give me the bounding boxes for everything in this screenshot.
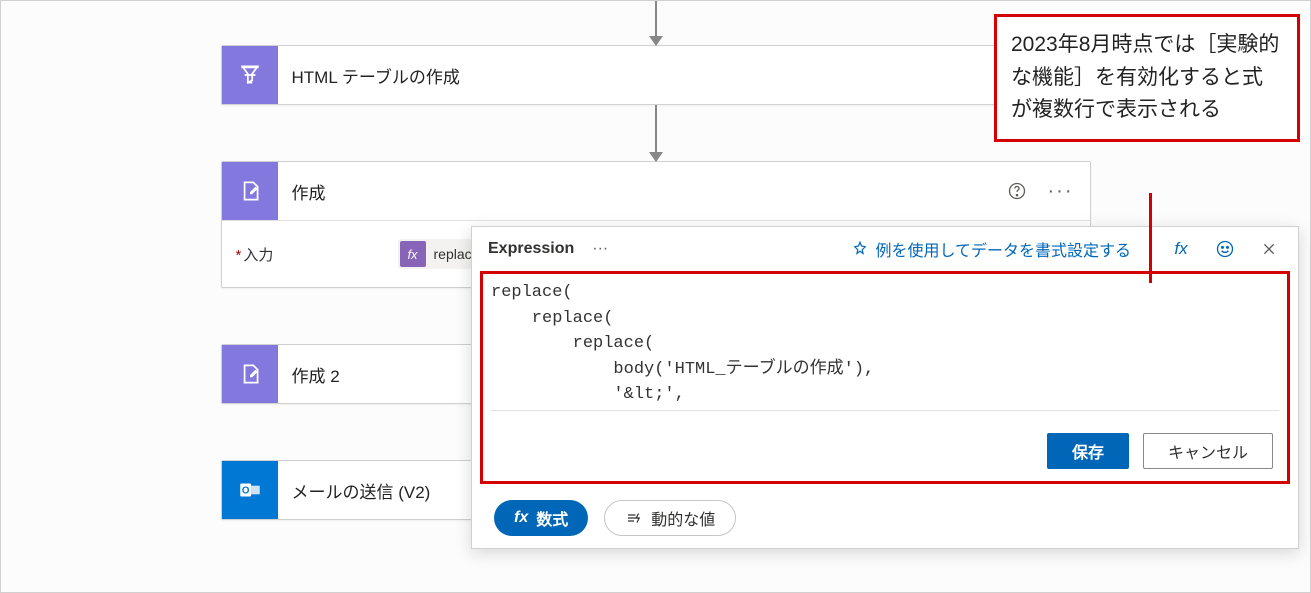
svg-text:O: O (241, 485, 249, 496)
smiley-icon[interactable] (1212, 239, 1238, 259)
action-title: 作成 (292, 179, 988, 204)
help-icon[interactable] (1002, 176, 1032, 206)
tab-dynamic-value[interactable]: 動的な値 (604, 500, 736, 536)
close-icon[interactable] (1256, 241, 1282, 257)
fx-icon[interactable]: fx (1168, 239, 1194, 259)
compose-icon (222, 162, 278, 220)
outlook-icon: O (222, 461, 278, 519)
format-by-example-link[interactable]: 例を使用してデータを書式設定する (851, 237, 1131, 261)
popup-title: Expression (488, 240, 574, 258)
tab-formula[interactable]: fx 数式 (494, 500, 588, 536)
fx-icon: fx (514, 509, 528, 527)
lightning-icon (625, 509, 643, 527)
expression-editor[interactable]: replace( replace( replace( body('HTML_テー… (491, 280, 1279, 411)
annotation-line (1149, 193, 1152, 283)
compose-icon (222, 345, 278, 403)
popup-more-icon[interactable]: ··· (592, 240, 608, 258)
input-label: *入力 (236, 244, 386, 265)
action-title: HTML テーブルの作成 (292, 63, 988, 88)
more-icon[interactable]: ··· (1046, 176, 1076, 206)
action-html-table[interactable]: HTML テーブルの作成 ··· (221, 45, 1091, 105)
expression-popup: Expression ··· 例を使用してデータを書式設定する fx repla… (471, 226, 1299, 549)
cancel-button[interactable]: キャンセル (1143, 433, 1273, 469)
fx-icon: fx (400, 241, 426, 267)
save-button[interactable]: 保存 (1047, 433, 1129, 469)
expression-editor-highlight: replace( replace( replace( body('HTML_テー… (480, 271, 1290, 484)
filter-icon (222, 46, 278, 104)
annotation-callout: 2023年8月時点では［実験的な機能］を有効化すると式が複数行で表示される (994, 14, 1300, 142)
